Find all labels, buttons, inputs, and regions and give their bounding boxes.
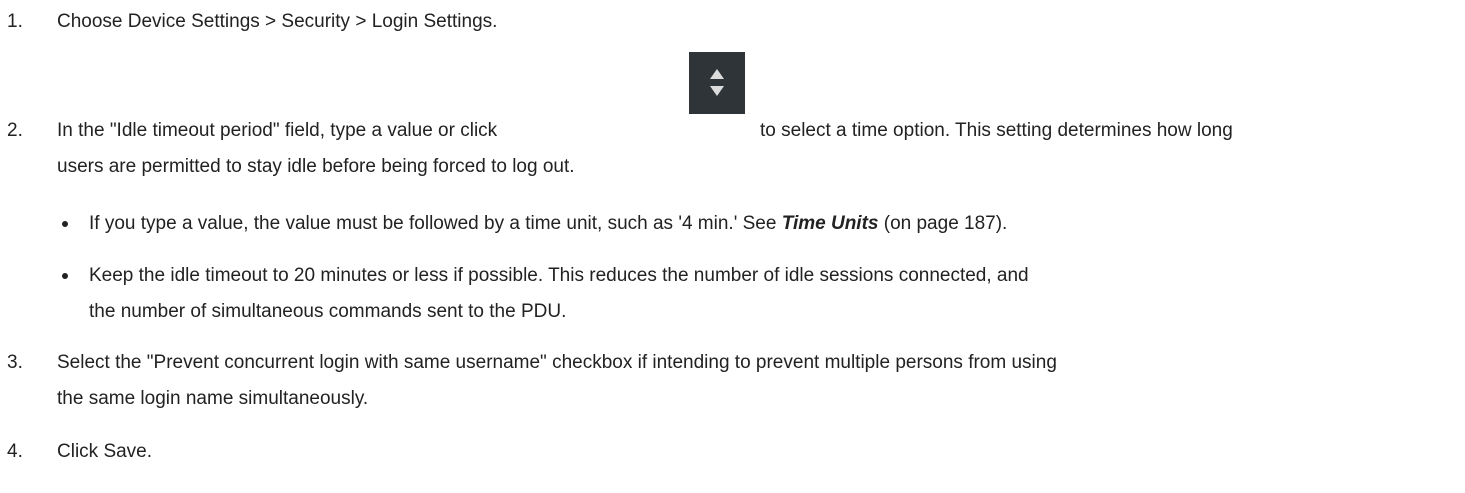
bullet-dot xyxy=(62,221,68,227)
step-text-before: In the "Idle timeout period" field, type… xyxy=(57,120,498,141)
bullet-text-line1: Keep the idle timeout to 20 minutes or l… xyxy=(89,265,1029,286)
step-text: Choose Device Settings > Security > Logi… xyxy=(57,11,498,32)
up-down-spinner-icon xyxy=(689,52,745,114)
step-number: 3. xyxy=(7,352,23,373)
time-units-link[interactable]: Time Units xyxy=(782,213,879,234)
instruction-document: 1. Choose Device Settings > Security > L… xyxy=(0,0,1465,493)
step-text: Click Save. xyxy=(57,441,153,462)
bullet-text-line2: the number of simultaneous commands sent… xyxy=(89,301,567,322)
bullet-text: If you type a value, the value must be f… xyxy=(89,208,1007,240)
bullet-dot xyxy=(62,273,68,279)
step-number: 1. xyxy=(7,11,23,32)
step-text-line2: users are permitted to stay idle before … xyxy=(57,156,575,177)
step-text-after: to select a time option. This setting de… xyxy=(760,120,1233,141)
step-number: 2. xyxy=(7,120,23,141)
bullet-text-after: (on page 187). xyxy=(878,213,1008,234)
step-text-line2: the same login name simultaneously. xyxy=(57,388,369,409)
step-number: 4. xyxy=(7,441,23,462)
bullet-text-before: If you type a value, the value must be f… xyxy=(89,213,782,234)
step-text-line1: Select the "Prevent concurrent login wit… xyxy=(57,352,1057,373)
